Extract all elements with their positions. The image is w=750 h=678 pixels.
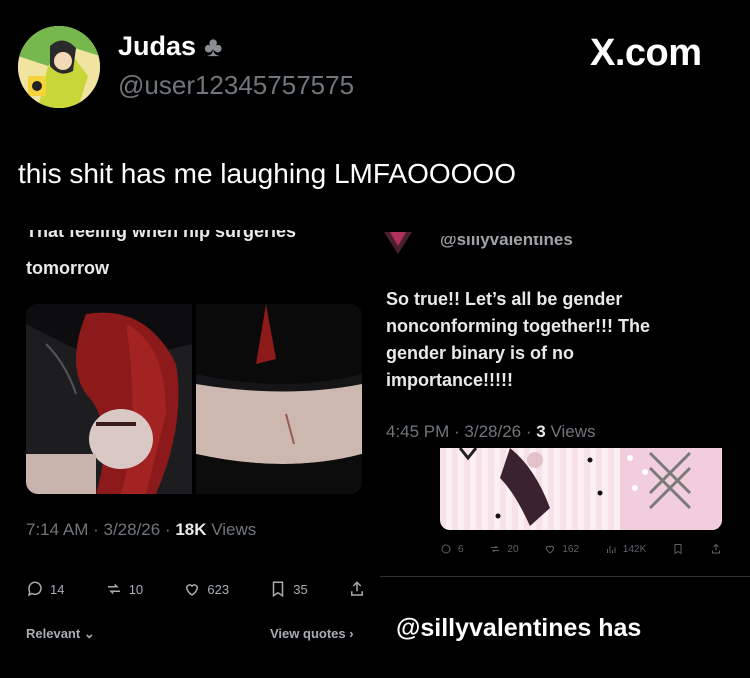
right-post-avatar[interactable] xyxy=(382,232,418,254)
left-post-views-label: Views xyxy=(211,520,257,539)
left-post-text-line1: That feeling when hip surgeries xyxy=(26,230,297,241)
view-quotes-label: View quotes xyxy=(270,626,346,641)
like-button[interactable]: 623 xyxy=(183,580,229,598)
right-reply-count: 6 xyxy=(458,543,464,555)
left-post-date: 3/28/26 xyxy=(103,520,161,539)
avatar-cut-icon xyxy=(384,232,412,254)
left-post-time: 7:14 AM xyxy=(26,520,89,539)
right-post-footer: @sillyvalentines has xyxy=(396,614,642,642)
right-post-handle: @sillyvalentines xyxy=(440,236,573,249)
right-post-time: 4:45 PM xyxy=(386,422,450,441)
bookmark-button[interactable]: 35 xyxy=(269,580,308,598)
photo-torso-icon xyxy=(196,304,362,494)
right-post-actions: 6 20 162 142K xyxy=(440,543,722,555)
right-reply-button[interactable]: 6 xyxy=(440,543,464,555)
bookmark-count: 35 xyxy=(293,581,308,597)
left-post-meta: 7:14 AM · 3/28/26 · 18K Views xyxy=(26,520,257,539)
right-post-date: 3/28/26 xyxy=(464,422,522,441)
repost-icon xyxy=(491,545,500,553)
sticker-image[interactable] xyxy=(440,448,722,530)
left-post-actions: 14 10 623 35 xyxy=(26,580,366,598)
right-bookmark-button[interactable] xyxy=(672,543,684,555)
repost-icon xyxy=(107,583,120,595)
right-post-handle-cut: @sillyvalentines xyxy=(440,236,640,252)
right-post-views-label: Views xyxy=(550,422,596,441)
right-like-count: 162 xyxy=(562,543,580,555)
right-like-button[interactable]: 162 xyxy=(544,543,579,555)
bookmark-icon xyxy=(273,581,284,598)
right-views-button[interactable]: 142K xyxy=(605,543,646,555)
left-post-photo-2[interactable] xyxy=(196,304,362,494)
reply-icon xyxy=(27,581,42,597)
bar-chart-icon xyxy=(606,546,616,553)
relevant-sort-dropdown[interactable]: Relevant ⌄ xyxy=(26,626,95,642)
right-share-button[interactable] xyxy=(710,543,722,555)
left-post-text-cut: That feeling when hip surgeries xyxy=(26,230,356,244)
display-name[interactable]: Judas ♣ xyxy=(118,31,222,62)
display-name-text: Judas xyxy=(118,31,197,61)
left-post-views: 18K xyxy=(175,520,207,539)
heart-icon xyxy=(546,545,555,554)
right-post-body: So true!! Let’s all be gender nonconform… xyxy=(386,289,650,390)
reply-icon xyxy=(441,544,451,554)
share-icon xyxy=(350,581,363,596)
chevron-right-icon: › xyxy=(349,626,354,641)
user-handle[interactable]: @user12345757575 xyxy=(118,70,354,101)
post-caption: this shit has me laughing LMFAOOOOO xyxy=(18,158,516,189)
right-post-meta: 4:45 PM · 3/28/26 · 3 Views xyxy=(386,422,596,441)
like-count: 623 xyxy=(207,581,230,597)
share-button[interactable] xyxy=(348,580,366,598)
share-icon xyxy=(711,543,720,554)
reply-button[interactable]: 14 xyxy=(26,580,64,598)
repost-count: 10 xyxy=(128,581,144,597)
right-repost-button[interactable]: 20 xyxy=(489,543,519,555)
left-post-text-line2: tomorrow xyxy=(26,258,109,278)
reply-count: 14 xyxy=(50,581,65,597)
club-emoji-icon: ♣ xyxy=(204,30,223,62)
heart-icon xyxy=(186,584,199,596)
photo-selfie-icon xyxy=(26,304,192,494)
right-view-count: 142K xyxy=(622,543,647,555)
left-post-photo-1[interactable] xyxy=(26,304,192,494)
repost-button[interactable]: 10 xyxy=(105,580,143,598)
sticker-art-icon xyxy=(458,448,722,530)
relevant-label: Relevant xyxy=(26,626,81,641)
divider xyxy=(380,576,750,577)
brand-logo: X.com xyxy=(590,32,702,74)
bookmark-icon xyxy=(674,544,682,555)
right-post-views: 3 xyxy=(536,422,546,441)
right-repost-count: 20 xyxy=(507,543,519,555)
avatar-art-icon xyxy=(18,26,100,108)
view-quotes-link[interactable]: View quotes › xyxy=(270,626,354,641)
avatar[interactable] xyxy=(18,26,100,108)
chevron-down-icon: ⌄ xyxy=(83,626,95,641)
